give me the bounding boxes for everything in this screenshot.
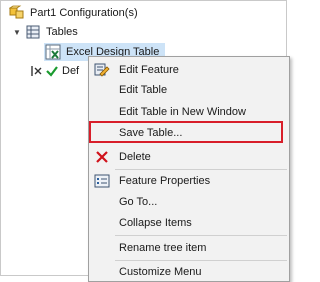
- menu-item-label: Edit Table in New Window: [119, 106, 246, 118]
- edit-feature-icon: [93, 62, 111, 78]
- menu-separator: [115, 260, 287, 261]
- menu-item-label: Edit Feature: [119, 64, 179, 76]
- tree-item-part-configurations[interactable]: Part1 Configuration(s): [8, 4, 138, 22]
- menu-item-edit-table-new-window[interactable]: Edit Table in New Window: [89, 102, 289, 122]
- delete-x-icon: [93, 149, 111, 165]
- tree-item-tables[interactable]: ▼ Tables: [12, 23, 78, 41]
- tables-folder-icon: [24, 24, 42, 40]
- menu-item-label: Go To...: [119, 196, 158, 208]
- menu-item-customize-menu[interactable]: Customize Menu: [89, 262, 289, 282]
- menu-separator: [115, 169, 287, 170]
- checkmark-icon: [45, 63, 59, 79]
- excel-design-table-icon: [44, 44, 62, 60]
- menu-separator: [115, 235, 287, 236]
- feature-properties-icon: [93, 173, 111, 189]
- tree-item-label: Tables: [46, 26, 78, 38]
- menu-item-delete[interactable]: Delete: [89, 147, 289, 167]
- tree-item-label: Def: [62, 65, 80, 77]
- menu-item-go-to[interactable]: Go To...: [89, 192, 289, 212]
- configuration-marker-icon: [30, 63, 44, 79]
- menu-item-edit-feature[interactable]: Edit Feature: [89, 60, 289, 80]
- menu-item-label: Customize Menu: [119, 266, 202, 278]
- menu-item-label: Edit Table: [119, 84, 168, 96]
- tree-item-label: Part1 Configuration(s): [30, 7, 138, 19]
- configurations-icon: [8, 5, 26, 21]
- menu-item-feature-properties[interactable]: Feature Properties: [89, 171, 289, 191]
- menu-item-label: Rename tree item: [119, 242, 207, 254]
- context-menu: Edit Feature Edit Table Edit Table in Ne…: [88, 56, 290, 282]
- tree-item-default-configuration[interactable]: Def: [30, 62, 79, 80]
- menu-item-label: Feature Properties: [119, 175, 211, 187]
- save-table-highlight-box: [89, 121, 283, 143]
- menu-item-label: Delete: [119, 151, 151, 163]
- menu-item-edit-table[interactable]: Edit Table: [89, 80, 289, 100]
- menu-item-label: Collapse Items: [119, 217, 192, 229]
- menu-item-collapse-items[interactable]: Collapse Items: [89, 213, 289, 233]
- chevron-down-icon[interactable]: ▼: [12, 28, 22, 37]
- menu-item-rename-tree-item[interactable]: Rename tree item: [89, 238, 289, 258]
